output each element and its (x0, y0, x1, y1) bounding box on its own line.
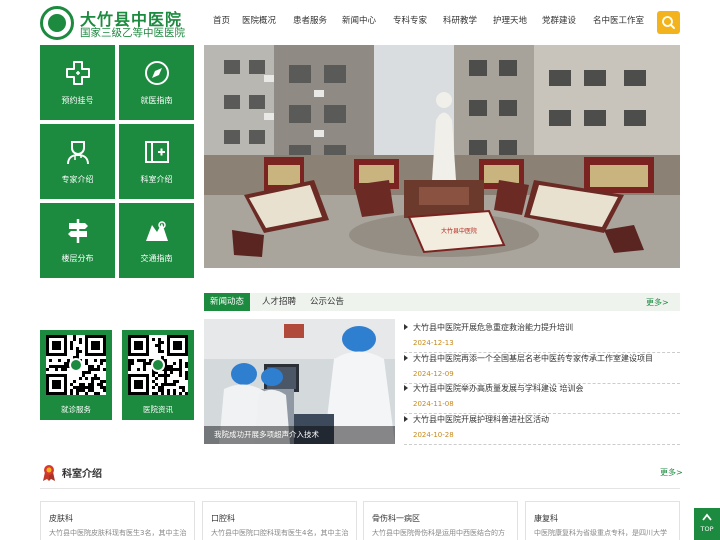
news-date: 2024-11-08 (413, 400, 454, 408)
nav-item-nursing[interactable]: 护理天地 (493, 14, 527, 26)
tile-label: 交通指南 (140, 254, 173, 263)
tab-news[interactable]: 新闻动态 (204, 293, 251, 311)
tile-departments[interactable]: 科室介绍 (119, 124, 194, 199)
tile-guide[interactable]: 就医指南 (119, 45, 194, 120)
nav-item-experts[interactable]: 专科专家 (393, 14, 427, 26)
nav-item-studio[interactable]: 名中医工作室 (593, 14, 644, 26)
map-icon (146, 221, 168, 241)
departments-title: 科室介绍 (62, 469, 102, 480)
news-more-link[interactable]: 更多> (646, 297, 669, 308)
nav-item-overview[interactable]: 医院概况 (242, 14, 276, 26)
compass-icon (145, 61, 169, 85)
tile-traffic[interactable]: 交通指南 (119, 203, 194, 278)
news-date: 2024-12-13 (413, 339, 454, 347)
news-title[interactable]: 大竹县中医院举办高质量发展与学科建设 培训会 (413, 383, 584, 394)
department-name: 皮肤科 (49, 514, 73, 523)
news-item[interactable]: 大竹县中医院再添一个全国基层名老中医药专家传承工作室建设项目 2024-12-0… (404, 353, 680, 384)
news-item[interactable]: 大竹县中医院开展危急重症救治能力提升培训 2024-12-13 (404, 322, 680, 353)
back-to-top-button[interactable]: TOP (694, 508, 720, 540)
nav-item-research[interactable]: 科研教学 (443, 14, 477, 26)
hospital-logo[interactable]: 大竹县中医院 国家三级乙等中医医院 (40, 6, 190, 40)
department-card[interactable]: 皮肤科 大竹县中医院皮肤科现有医生3名，其中主治 (40, 501, 195, 540)
hospital-grade: 国家三级乙等中医医院 (80, 27, 185, 39)
qr-service[interactable]: 就诊服务 (40, 330, 112, 420)
tile-label: 专家介绍 (61, 175, 94, 184)
doctor-icon (67, 141, 89, 165)
tab-notice[interactable]: 公示公告 (310, 293, 344, 311)
ribbon-medal-icon (43, 465, 55, 481)
nav-item-home[interactable]: 首页 (213, 14, 230, 26)
back-to-top-label: TOP (700, 525, 714, 533)
departments-more-link[interactable]: 更多> (660, 467, 683, 478)
department-card[interactable]: 骨伤科一病区 大竹县中医院骨伤科是运用中西医结合的方 (363, 501, 518, 540)
hospital-emblem-icon (40, 6, 74, 40)
news-item[interactable]: 大竹县中医院开展护理科普进社区活动 2024-10-28 (404, 414, 680, 445)
department-desc: 中医院康复科为省级重点专科，是四川大学 (534, 529, 667, 537)
hospital-courtyard-photo: 大竹县中医院 (204, 45, 680, 268)
news-title[interactable]: 大竹县中医院开展危急重症救治能力提升培训 (413, 322, 573, 333)
departments-header: 科室介绍 更多> (40, 461, 683, 489)
department-card[interactable]: 口腔科 大竹县中医院口腔科现有医生4名，其中主治 (202, 501, 357, 540)
tile-appointment[interactable]: 预约挂号 (40, 45, 115, 120)
bullet-icon (404, 324, 408, 330)
department-card[interactable]: 康复科 中医院康复科为省级重点专科，是四川大学 (525, 501, 680, 540)
news-tabs: 新闻动态 人才招聘 公示公告 更多> (204, 293, 680, 311)
tile-label: 就医指南 (140, 96, 173, 105)
qr-label: 医院资讯 (143, 405, 173, 414)
tile-floors[interactable]: 楼层分布 (40, 203, 115, 278)
bullet-icon (404, 416, 408, 422)
tile-label: 科室介绍 (140, 175, 173, 184)
nav-item-news[interactable]: 新闻中心 (342, 14, 376, 26)
signpost-icon (68, 219, 88, 243)
tile-experts[interactable]: 专家介绍 (40, 124, 115, 199)
bullet-icon (404, 385, 408, 391)
tab-recruitment[interactable]: 人才招聘 (262, 293, 296, 311)
news-title[interactable]: 大竹县中医院开展护理科普进社区活动 (413, 414, 549, 425)
nav-item-party[interactable]: 党群建设 (542, 14, 576, 26)
news-date: 2024-10-28 (413, 431, 454, 439)
search-button[interactable] (657, 11, 680, 34)
department-name: 康复科 (534, 514, 558, 523)
news-featured-image[interactable]: 我院成功开展多项超声介入技术 (204, 319, 395, 444)
tile-label: 楼层分布 (61, 254, 94, 263)
banner-plaque-text: 大竹县中医院 (441, 227, 477, 235)
department-desc: 大竹县中医院口腔科现有医生4名，其中主治 (211, 529, 349, 537)
news-date: 2024-12-09 (413, 370, 454, 378)
news-title[interactable]: 大竹县中医院再添一个全国基层名老中医药专家传承工作室建设项目 (413, 353, 653, 364)
nav-item-patient[interactable]: 患者服务 (293, 14, 327, 26)
search-icon (662, 16, 675, 29)
news-image-caption: 我院成功开展多项超声介入技术 (204, 426, 395, 444)
qr-news[interactable]: 医院资讯 (122, 330, 194, 420)
department-name: 骨伤科一病区 (372, 514, 420, 523)
qr-code-icon (46, 335, 106, 395)
divider (404, 444, 680, 445)
department-desc: 大竹县中医院皮肤科现有医生3名，其中主治 (49, 529, 187, 537)
qr-code-icon (128, 335, 188, 395)
bullet-icon (404, 355, 408, 361)
hero-banner[interactable]: 大竹县中医院 (204, 45, 680, 268)
department-icon (145, 141, 169, 163)
department-desc: 大竹县中医院骨伤科是运用中西医结合的方 (372, 529, 505, 537)
qr-label: 就诊服务 (61, 405, 91, 414)
arrow-up-icon (702, 513, 712, 521)
department-name: 口腔科 (211, 514, 235, 523)
tile-label: 预约挂号 (61, 96, 94, 105)
medical-cross-icon (66, 61, 90, 85)
news-item[interactable]: 大竹县中医院举办高质量发展与学科建设 培训会 2024-11-08 (404, 383, 680, 414)
